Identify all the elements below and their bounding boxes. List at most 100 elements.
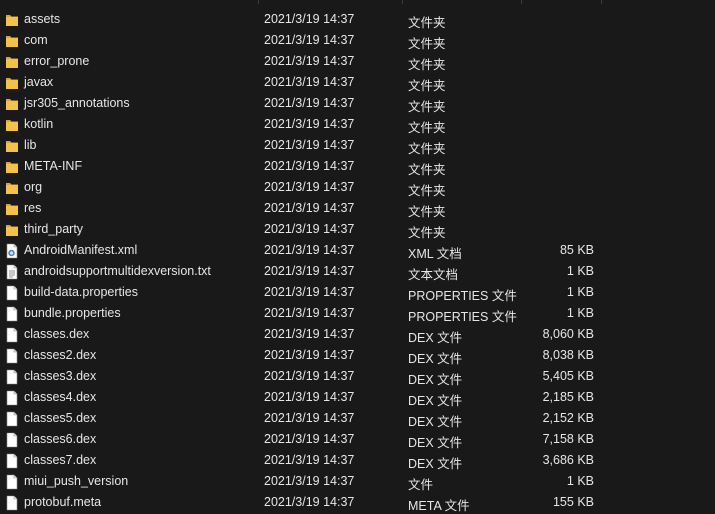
folder-icon: [5, 222, 19, 238]
file-date-modified: 2021/3/19 14:37: [264, 117, 355, 131]
file-name: jsr305_annotations: [24, 96, 130, 110]
file-date-modified: 2021/3/19 14:37: [264, 75, 355, 89]
file-row[interactable]: error_prone 2021/3/19 14:37 文件夹: [0, 52, 715, 73]
file-name: classes7.dex: [24, 453, 97, 467]
folder-icon: [5, 159, 19, 175]
column-separator[interactable]: [601, 0, 602, 4]
file-name: classes4.dex: [24, 390, 97, 404]
file-icon: [5, 474, 19, 490]
file-icon: [5, 369, 19, 385]
file-type: DEX 文件: [408, 394, 463, 408]
file-row[interactable]: protobuf.meta 2021/3/19 14:37 META 文件 155 K…: [0, 493, 715, 514]
file-type: 文本文档: [408, 268, 459, 282]
file-name: classes5.dex: [24, 411, 97, 425]
file-date-modified: 2021/3/19 14:37: [264, 264, 355, 278]
file-row[interactable]: classes5.dex 2021/3/19 14:37 DEX 文件 2,152 K…: [0, 409, 715, 430]
file-name: classes6.dex: [24, 432, 97, 446]
file-name: third_party: [24, 222, 84, 236]
folder-icon: [5, 138, 19, 154]
file-type: 文件夹: [408, 142, 446, 156]
file-name: build-data.properties: [24, 285, 138, 299]
file-type: 文件夹: [408, 37, 446, 51]
folder-icon: [5, 180, 19, 196]
file-date-modified: 2021/3/19 14:37: [264, 180, 355, 194]
folder-icon: [5, 12, 19, 28]
file-type: DEX 文件: [408, 331, 463, 345]
file-date-modified: 2021/3/19 14:37: [264, 201, 355, 215]
file-icon: [5, 411, 19, 427]
file-date-modified: 2021/3/19 14:37: [264, 159, 355, 173]
file-type: DEX 文件: [408, 352, 463, 366]
file-type: 文件夹: [408, 58, 446, 72]
file-size: 1 KB: [566, 285, 594, 299]
file-size: 7,158 KB: [542, 432, 594, 446]
file-row[interactable]: classes.dex 2021/3/19 14:37 DEX 文件 8,060 KB: [0, 325, 715, 346]
file-name: classes2.dex: [24, 348, 97, 362]
file-icon: [5, 453, 19, 469]
file-date-modified: 2021/3/19 14:37: [264, 369, 355, 383]
file-type: DEX 文件: [408, 415, 463, 429]
file-row[interactable]: classes7.dex 2021/3/19 14:37 DEX 文件 3,686 K…: [0, 451, 715, 472]
file-icon: [5, 348, 19, 364]
file-row[interactable]: META-INF 2021/3/19 14:37 文件夹: [0, 157, 715, 178]
file-date-modified: 2021/3/19 14:37: [264, 54, 355, 68]
column-separator[interactable]: [402, 0, 403, 4]
file-date-modified: 2021/3/19 14:37: [264, 243, 355, 257]
file-date-modified: 2021/3/19 14:37: [264, 33, 355, 47]
file-type: PROPERTIES 文件: [408, 310, 517, 324]
file-icon: [5, 327, 19, 343]
file-size: 5,405 KB: [542, 369, 594, 383]
folder-icon: [5, 54, 19, 70]
file-size: 2,152 KB: [542, 411, 594, 425]
column-separator[interactable]: [258, 0, 259, 4]
file-name: lib: [24, 138, 37, 152]
folder-icon: [5, 75, 19, 91]
file-type: DEX 文件: [408, 373, 463, 387]
file-size: 3,686 KB: [542, 453, 594, 467]
file-name: bundle.properties: [24, 306, 121, 320]
file-date-modified: 2021/3/19 14:37: [264, 390, 355, 404]
file-row[interactable]: build-data.properties 2021/3/19 14:37 PROP…: [0, 283, 715, 304]
folder-icon: [5, 201, 19, 217]
file-date-modified: 2021/3/19 14:37: [264, 453, 355, 467]
file-date-modified: 2021/3/19 14:37: [264, 411, 355, 425]
file-type: 文件夹: [408, 184, 446, 198]
file-date-modified: 2021/3/19 14:37: [264, 474, 355, 488]
file-row[interactable]: lib 2021/3/19 14:37 文件夹: [0, 136, 715, 157]
file-type: META 文件: [408, 499, 470, 513]
file-date-modified: 2021/3/19 14:37: [264, 96, 355, 110]
file-row[interactable]: javax 2021/3/19 14:37 文件夹: [0, 73, 715, 94]
file-type: 文件夹: [408, 100, 446, 114]
file-row[interactable]: AndroidManifest.xml 2021/3/19 14:37 XML 文档…: [0, 241, 715, 262]
file-name: AndroidManifest.xml: [24, 243, 138, 257]
file-row[interactable]: classes6.dex 2021/3/19 14:37 DEX 文件 7,158 K…: [0, 430, 715, 451]
file-row[interactable]: jsr305_annotations 2021/3/19 14:37 文件夹: [0, 94, 715, 115]
file-row[interactable]: third_party 2021/3/19 14:37 文件夹: [0, 220, 715, 241]
file-name: res: [24, 201, 42, 215]
file-list: assets 2021/3/19 14:37 文件夹 com 2021/3/19 14:…: [0, 10, 715, 514]
file-size: 8,060 KB: [542, 327, 594, 341]
file-row[interactable]: classes4.dex 2021/3/19 14:37 DEX 文件 2,185 K…: [0, 388, 715, 409]
file-row[interactable]: kotlin 2021/3/19 14:37 文件夹: [0, 115, 715, 136]
column-header-separators: [0, 0, 715, 4]
file-row[interactable]: org 2021/3/19 14:37 文件夹: [0, 178, 715, 199]
file-size: 8,038 KB: [542, 348, 594, 362]
file-date-modified: 2021/3/19 14:37: [264, 348, 355, 362]
file-type: DEX 文件: [408, 457, 463, 471]
file-row[interactable]: bundle.properties 2021/3/19 14:37 PROPERTI…: [0, 304, 715, 325]
file-row[interactable]: classes2.dex 2021/3/19 14:37 DEX 文件 8,038 K…: [0, 346, 715, 367]
file-row[interactable]: assets 2021/3/19 14:37 文件夹: [0, 10, 715, 31]
file-row[interactable]: androidsupportmultidexversion.txt 2021/3/…: [0, 262, 715, 283]
file-type: 文件夹: [408, 79, 446, 93]
column-separator[interactable]: [521, 0, 522, 4]
text-file-icon: [5, 264, 19, 280]
file-row[interactable]: classes3.dex 2021/3/19 14:37 DEX 文件 5,405 K…: [0, 367, 715, 388]
file-row[interactable]: res 2021/3/19 14:37 文件夹: [0, 199, 715, 220]
file-icon: [5, 432, 19, 448]
file-date-modified: 2021/3/19 14:37: [264, 138, 355, 152]
file-size: 2,185 KB: [542, 390, 594, 404]
file-row[interactable]: com 2021/3/19 14:37 文件夹: [0, 31, 715, 52]
file-row[interactable]: miui_push_version 2021/3/19 14:37 文件 1 KB: [0, 472, 715, 493]
file-name: META-INF: [24, 159, 83, 173]
file-icon: [5, 390, 19, 406]
